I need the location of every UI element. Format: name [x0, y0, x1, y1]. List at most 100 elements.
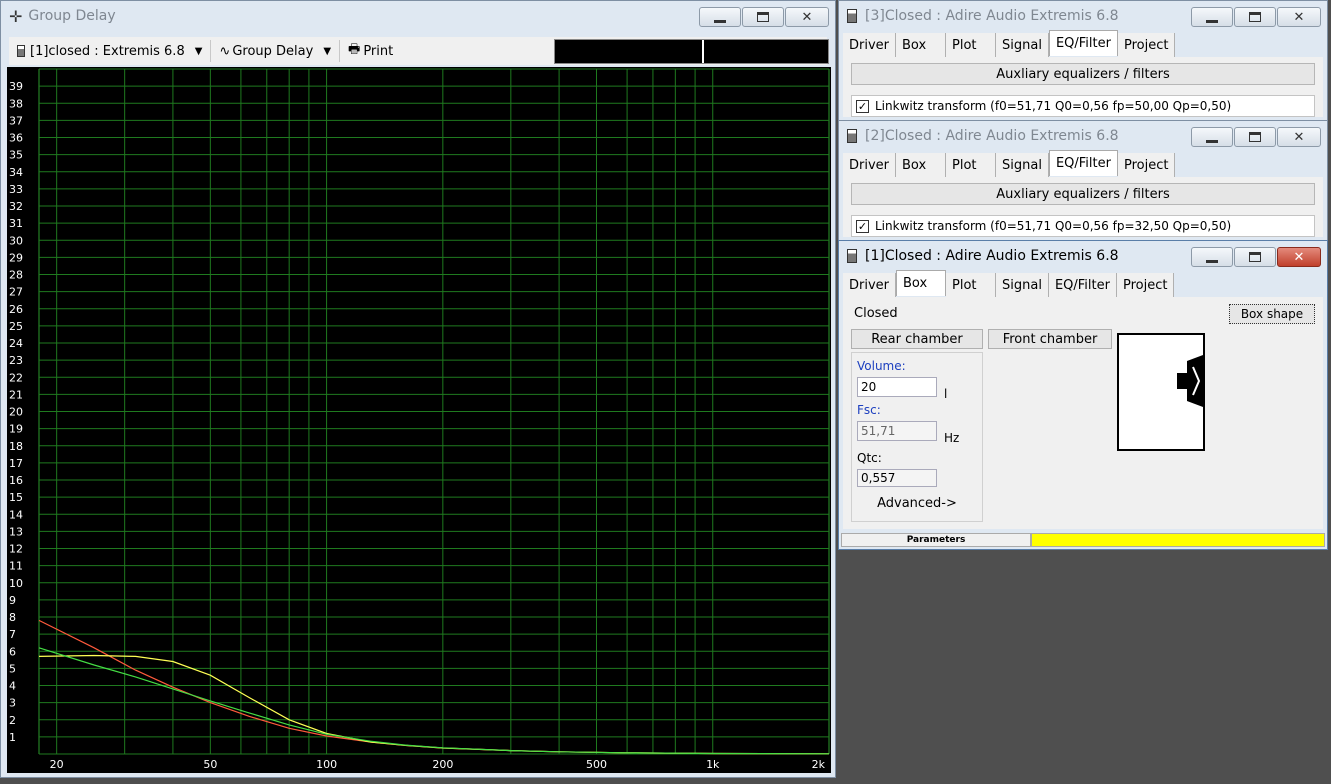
minimize-button[interactable]	[1191, 247, 1233, 267]
filter-list-item[interactable]: ✓ Linkwitz transform (f0=51,71 Q0=0,56 f…	[851, 215, 1315, 237]
group-delay-plot[interactable]: 1 2 3 4 5 6 7 8 9 10 11 12 13 14 15 16 17 18 19 20 21 22 23 24 2…	[7, 67, 831, 773]
tab-driver[interactable]: Driver	[843, 33, 897, 57]
project-window-1: [1]Closed : Adire Audio Extremis 6.8 ✕ D…	[838, 240, 1328, 550]
window-controls: ✕	[699, 7, 829, 27]
tab-eq-filter[interactable]: EQ/Filter	[1048, 273, 1117, 297]
tab-box[interactable]: Box	[896, 153, 947, 177]
close-button[interactable]: ✕	[1277, 7, 1321, 27]
y-tick-label: 35	[9, 149, 23, 162]
x-tick-label: 1k	[706, 758, 720, 771]
win1-box-panel: Closed Box shape Rear chamber Front cham…	[843, 297, 1323, 529]
minimize-icon	[1206, 139, 1218, 143]
advanced-button[interactable]: Advanced->	[857, 493, 977, 513]
plot-type-select[interactable]: ∿ Group Delay ▼	[211, 40, 341, 62]
y-tick-label: 23	[9, 354, 23, 367]
maximize-button[interactable]	[742, 7, 784, 27]
y-tick-label: 3	[9, 697, 16, 710]
volume-input[interactable]: 20	[857, 377, 937, 397]
maximize-button[interactable]	[1234, 7, 1276, 27]
tab-eq-filter[interactable]: EQ/Filter	[1048, 30, 1118, 56]
maximize-icon	[1249, 252, 1261, 262]
series-line-1	[38, 619, 830, 755]
tab-signal[interactable]: Signal	[996, 153, 1049, 177]
tab-project[interactable]: Project	[1117, 153, 1176, 177]
filter-checkbox[interactable]: ✓	[856, 99, 869, 113]
speaker-icon	[847, 129, 857, 143]
status-bar: Parameters	[841, 533, 1325, 547]
maximize-icon	[757, 12, 769, 22]
win1-controls: ✕	[1191, 247, 1321, 267]
win1-tabs: Driver Box Plot Signal EQ/Filter Project	[843, 270, 1175, 297]
tab-signal[interactable]: Signal	[996, 33, 1049, 57]
project-window-2: [2]Closed : Adire Audio Extremis 6.8 ✕ D…	[838, 120, 1328, 242]
tab-box[interactable]: Box	[896, 270, 947, 296]
qtc-field: 0,557	[857, 469, 937, 487]
y-tick-label: 4	[9, 680, 16, 693]
minimize-icon	[1206, 19, 1218, 23]
tab-project[interactable]: Project	[1116, 273, 1175, 297]
box-shape-button[interactable]: Box shape	[1229, 304, 1315, 324]
tab-eq-filter[interactable]: EQ/Filter	[1048, 150, 1118, 176]
y-tick-label: 34	[9, 166, 23, 179]
y-tick-label: 12	[9, 543, 23, 556]
y-tick-label: 9	[9, 594, 16, 607]
tab-signal[interactable]: Signal	[996, 273, 1049, 297]
volume-unit: l	[944, 387, 948, 401]
tab-plot[interactable]: Plot	[946, 273, 997, 297]
tab-project[interactable]: Project	[1117, 33, 1176, 57]
y-tick-label: 20	[9, 406, 23, 419]
rear-chamber-tab[interactable]: Rear chamber	[851, 329, 983, 349]
y-tick-label: 22	[9, 371, 23, 384]
y-tick-label: 36	[9, 132, 23, 145]
aux-eq-button[interactable]: Auxliary equalizers / filters	[851, 63, 1315, 85]
project-icon	[17, 45, 25, 57]
y-tick-label: 10	[9, 577, 23, 590]
maximize-icon	[1249, 132, 1261, 142]
maximize-button[interactable]	[1234, 247, 1276, 267]
fsc-unit: Hz	[944, 431, 960, 445]
x-tick-label: 500	[586, 758, 607, 771]
y-tick-label: 25	[9, 320, 23, 333]
close-button[interactable]: ✕	[1277, 127, 1321, 147]
y-tick-label: 32	[9, 200, 23, 213]
tab-plot[interactable]: Plot	[946, 33, 997, 57]
tab-plot[interactable]: Plot	[946, 153, 997, 177]
close-button[interactable]: ✕	[785, 7, 829, 27]
group-delay-window: ✛ Group Delay ✕ [1]closed : Extremis 6.8…	[0, 0, 836, 778]
series-line-2	[38, 654, 830, 755]
win2-tabs: Driver Box Plot Signal EQ/Filter Project	[843, 150, 1176, 177]
win3-title: [3]Closed : Adire Audio Extremis 6.8	[865, 8, 1119, 24]
y-tick-label: 2	[9, 714, 16, 727]
y-tick-label: 31	[9, 217, 23, 230]
status-label: Parameters	[841, 533, 1031, 547]
win2-controls: ✕	[1191, 127, 1321, 147]
aux-eq-button[interactable]: Auxliary equalizers / filters	[851, 183, 1315, 205]
maximize-icon	[1249, 12, 1261, 22]
project-select[interactable]: [1]closed : Extremis 6.8 ▼	[9, 40, 212, 62]
filter-checkbox[interactable]: ✓	[856, 219, 869, 233]
y-tick-label: 16	[9, 474, 23, 487]
minimize-button[interactable]	[699, 7, 741, 27]
maximize-button[interactable]	[1234, 127, 1276, 147]
volume-label: Volume:	[857, 359, 906, 373]
chart-svg: 1234567891011121314151617181920212223242…	[9, 68, 830, 771]
y-tick-label: 30	[9, 234, 23, 247]
win2-title: [2]Closed : Adire Audio Extremis 6.8	[865, 128, 1119, 144]
chevron-down-icon: ▼	[323, 45, 332, 57]
minimize-button[interactable]	[1191, 7, 1233, 27]
box-type-select[interactable]: Closed	[851, 303, 1223, 323]
tab-driver[interactable]: Driver	[843, 153, 897, 177]
tab-box[interactable]: Box	[896, 33, 947, 57]
close-button[interactable]: ✕	[1277, 247, 1321, 267]
chevron-down-icon: ▼	[194, 45, 203, 57]
window-title: Group Delay	[28, 8, 116, 24]
y-tick-label: 24	[9, 337, 23, 350]
front-chamber-tab[interactable]: Front chamber	[988, 329, 1112, 349]
speaker-icon	[847, 9, 857, 23]
minimize-button[interactable]	[1191, 127, 1233, 147]
y-tick-label: 13	[9, 525, 23, 538]
win3-tabs: Driver Box Plot Signal EQ/Filter Project	[843, 30, 1176, 57]
tab-driver[interactable]: Driver	[843, 273, 897, 297]
filter-list-item[interactable]: ✓ Linkwitz transform (f0=51,71 Q0=0,56 f…	[851, 95, 1315, 117]
print-button[interactable]: 🖶 Print	[340, 40, 401, 62]
